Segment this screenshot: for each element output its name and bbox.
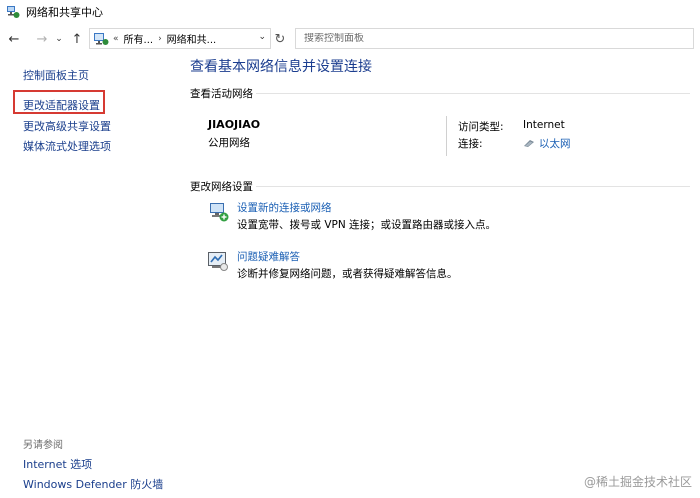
active-networks-label: 查看活动网络 (190, 88, 253, 100)
connections-value: 以太网 (523, 136, 571, 151)
navigation-bar: ← → ⌄ ↑ « 所有... › 网络和共... ⌄ ↻ (0, 26, 700, 52)
refresh-icon[interactable]: ↻ (272, 30, 288, 48)
new-connection-icon (210, 203, 229, 222)
network-center-icon (7, 6, 20, 18)
sidebar-item-advanced-sharing[interactable]: 更改高级共享设置 (23, 118, 111, 134)
back-arrow-icon[interactable]: ← (5, 28, 23, 50)
network-category: 公用网络 (208, 137, 250, 149)
see-also-internet-options[interactable]: Internet 选项 (23, 456, 92, 472)
page-title: 查看基本网络信息并设置连接 (190, 59, 372, 75)
troubleshoot-description: 诊断并修复网络问题，或者获得疑难解答信息。 (237, 268, 458, 280)
see-also-title: 另请参阅 (23, 440, 63, 451)
connections-label: 连接: (458, 138, 483, 150)
change-network-settings-label: 更改网络设置 (190, 181, 253, 193)
setup-new-connection-link[interactable]: 设置新的连接或网络 (237, 200, 332, 215)
setup-new-connection-description: 设置宽带、拨号或 VPN 连接；或设置路由器或接入点。 (237, 219, 497, 231)
control-panel-icon (94, 32, 109, 45)
ethernet-icon (524, 140, 534, 147)
left-pane: 控制面板主页 更改适配器设置 更改高级共享设置 媒体流式处理选项 另请参阅 In… (0, 52, 180, 498)
network-info-divider (446, 116, 447, 156)
recent-locations-chevron-icon[interactable]: ⌄ (53, 28, 65, 50)
breadcrumb-network[interactable]: 网络和共... (167, 31, 217, 46)
troubleshoot-icon (208, 252, 228, 271)
section-divider (256, 186, 690, 187)
troubleshoot-link[interactable]: 问题疑难解答 (237, 249, 300, 264)
title-bar: 网络和共享中心 (0, 0, 700, 24)
search-box[interactable] (295, 28, 694, 49)
breadcrumb-all[interactable]: 所有... (124, 31, 154, 46)
sidebar-item-control-panel-home[interactable]: 控制面板主页 (23, 67, 89, 83)
search-input[interactable] (304, 33, 693, 44)
breadcrumb-separator-icon[interactable]: › (158, 34, 162, 44)
watermark: @稀土掘金技术社区 (583, 475, 692, 489)
breadcrumb-overflow-icon[interactable]: « (113, 34, 119, 44)
access-type-label: 访问类型: (458, 121, 504, 133)
address-bar[interactable]: « 所有... › 网络和共... ⌄ (89, 28, 271, 49)
forward-arrow-icon[interactable]: → (33, 28, 51, 50)
section-divider (256, 93, 690, 94)
ethernet-connection-link[interactable]: 以太网 (539, 136, 571, 151)
sidebar-item-media-streaming[interactable]: 媒体流式处理选项 (23, 138, 111, 154)
sidebar-item-change-adapter-settings[interactable]: 更改适配器设置 (23, 97, 100, 113)
up-arrow-icon[interactable]: ↑ (68, 28, 86, 50)
network-name: JIAOJIAO (208, 118, 261, 131)
address-dropdown-icon[interactable]: ⌄ (258, 32, 266, 42)
window-title: 网络和共享中心 (26, 6, 103, 19)
see-also-windows-defender-firewall[interactable]: Windows Defender 防火墙 (23, 476, 163, 492)
access-type-value: Internet (523, 119, 565, 131)
